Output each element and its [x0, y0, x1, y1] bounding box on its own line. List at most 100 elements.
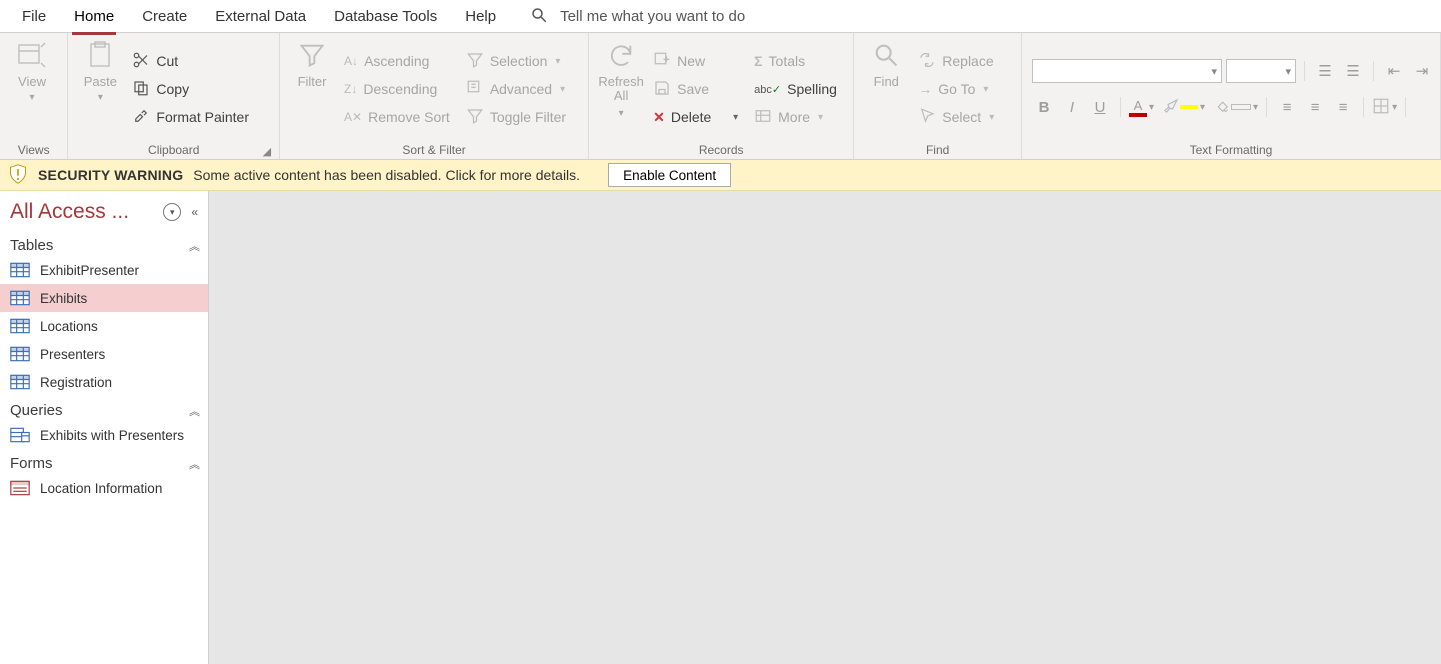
- align-left-button[interactable]: ≡: [1275, 95, 1299, 119]
- format-painter-button[interactable]: Format Painter: [128, 105, 253, 129]
- table-icon: [10, 290, 30, 306]
- copy-button[interactable]: Copy: [128, 77, 253, 101]
- copy-label: Copy: [156, 81, 189, 97]
- highlight-icon: [1162, 97, 1180, 118]
- find-icon: [872, 39, 900, 71]
- select-button[interactable]: Select▾: [914, 105, 998, 129]
- nav-object-location-information[interactable]: Location Information: [0, 474, 208, 502]
- nav-object-exhibits[interactable]: Exhibits: [0, 284, 208, 312]
- nav-object-label: Exhibits with Presenters: [40, 428, 184, 443]
- tell-me-search[interactable]: [530, 6, 822, 27]
- tab-create[interactable]: Create: [128, 4, 201, 29]
- bullets-button[interactable]: ☰: [1313, 59, 1337, 83]
- align-center-button[interactable]: ≡: [1303, 95, 1327, 119]
- paste-button[interactable]: Paste▾: [74, 35, 126, 143]
- nav-category-tables[interactable]: Tables︽: [0, 231, 208, 256]
- tab-database-tools[interactable]: Database Tools: [320, 4, 451, 29]
- view-label: View▾: [18, 75, 46, 104]
- security-warning-message[interactable]: Some active content has been disabled. C…: [193, 167, 580, 183]
- sort-ascending-button[interactable]: A↓Ascending: [340, 49, 454, 73]
- more-button[interactable]: More▾: [750, 105, 841, 129]
- tab-home[interactable]: Home: [60, 4, 128, 29]
- bold-button[interactable]: B: [1032, 95, 1056, 119]
- remove-sort-button[interactable]: A✕Remove Sort: [340, 105, 454, 129]
- selection-button[interactable]: Selection▾: [462, 49, 570, 73]
- save-record-button[interactable]: Save: [649, 77, 742, 101]
- nav-pane-title[interactable]: All Access ...: [10, 200, 157, 224]
- refresh-all-button[interactable]: Refresh All▾: [595, 35, 647, 143]
- gridlines-button[interactable]: ▾: [1372, 97, 1397, 118]
- chevron-down-icon: ▾: [733, 112, 738, 123]
- fill-swatch: [1231, 104, 1251, 110]
- spelling-button[interactable]: abc✓Spelling: [750, 77, 841, 101]
- tab-help[interactable]: Help: [451, 4, 510, 29]
- cut-button[interactable]: Cut: [128, 49, 253, 73]
- delete-record-button[interactable]: ✕Delete ▾: [649, 105, 742, 129]
- nav-object-presenters[interactable]: Presenters: [0, 340, 208, 368]
- navigation-pane: All Access ... ▾ « Tables︽ ExhibitPresen…: [0, 191, 209, 664]
- nav-category-forms[interactable]: Forms︽: [0, 449, 208, 474]
- goto-button[interactable]: →Go To▾: [914, 77, 998, 101]
- nav-filter-menu[interactable]: ▾: [163, 203, 181, 221]
- sort-desc-icon: Z↓: [344, 82, 357, 96]
- group-label-views: Views: [6, 141, 61, 159]
- table-icon: [10, 318, 30, 334]
- cut-label: Cut: [156, 53, 178, 69]
- security-warning-bar: SECURITY WARNING Some active content has…: [0, 160, 1441, 191]
- sort-descending-button[interactable]: Z↓Descending: [340, 77, 454, 101]
- align-right-icon: ≡: [1339, 99, 1348, 116]
- font-name-select[interactable]: ▾: [1032, 59, 1222, 83]
- chevron-down-icon: ▾: [619, 108, 624, 119]
- selection-icon: [466, 51, 484, 72]
- chevron-down-icon: ▾: [1285, 65, 1291, 78]
- enable-content-button[interactable]: Enable Content: [608, 163, 731, 187]
- nav-object-locations[interactable]: Locations: [0, 312, 208, 340]
- cursor-icon: [918, 107, 936, 128]
- nav-object-registration[interactable]: Registration: [0, 368, 208, 396]
- increase-indent-button[interactable]: ⇥: [1410, 59, 1434, 83]
- highlight-button[interactable]: ▾: [1162, 97, 1205, 118]
- replace-button[interactable]: Replace: [914, 49, 998, 73]
- nav-category-queries[interactable]: Queries︽: [0, 396, 208, 421]
- nav-object-exhibitpresenter[interactable]: ExhibitPresenter: [0, 256, 208, 284]
- filter-button[interactable]: Filter: [286, 35, 338, 143]
- font-color-swatch: [1129, 113, 1147, 117]
- chevron-down-icon: ▾: [1253, 102, 1258, 113]
- chevron-down-icon: ▾: [1211, 65, 1217, 78]
- collapse-icon: ︽: [189, 403, 200, 419]
- nav-collapse-button[interactable]: «: [187, 205, 202, 219]
- group-label-clipboard: Clipboard◢: [74, 141, 273, 159]
- font-color-button[interactable]: A▾: [1129, 98, 1154, 117]
- table-icon: [10, 346, 30, 362]
- tab-file[interactable]: File: [8, 4, 60, 29]
- chevron-down-icon: ▾: [98, 92, 103, 103]
- italic-button[interactable]: I: [1060, 95, 1084, 119]
- security-warning-title: SECURITY WARNING: [38, 167, 183, 183]
- fill-color-button[interactable]: ▾: [1213, 97, 1258, 118]
- shield-warning-icon: [8, 163, 28, 188]
- font-size-select[interactable]: ▾: [1226, 59, 1296, 83]
- dialog-launcher-icon[interactable]: ◢: [263, 145, 271, 158]
- toggle-filter-button[interactable]: Toggle Filter: [462, 105, 570, 129]
- nav-object-exhibits-with-presenters[interactable]: Exhibits with Presenters: [0, 421, 208, 449]
- scissors-icon: [132, 51, 150, 72]
- chevron-down-icon: ▾: [29, 92, 34, 103]
- tell-me-input[interactable]: [558, 7, 822, 26]
- nav-object-label: ExhibitPresenter: [40, 263, 139, 278]
- align-right-button[interactable]: ≡: [1331, 95, 1355, 119]
- totals-button[interactable]: ΣTotals: [750, 49, 841, 73]
- tab-external-data[interactable]: External Data: [201, 4, 320, 29]
- underline-button[interactable]: U: [1088, 95, 1112, 119]
- numbering-button[interactable]: ☰: [1341, 59, 1365, 83]
- spelling-icon: abc✓: [754, 83, 781, 96]
- find-button[interactable]: Find: [860, 35, 912, 143]
- new-record-button[interactable]: New: [649, 49, 742, 73]
- decrease-indent-button[interactable]: ⇤: [1382, 59, 1406, 83]
- view-button[interactable]: View▾: [6, 35, 58, 143]
- workspace: [209, 191, 1441, 664]
- new-icon: [653, 51, 671, 72]
- indent-icon: ⇥: [1416, 62, 1429, 80]
- advanced-button[interactable]: Advanced▾: [462, 77, 570, 101]
- chevron-down-icon: ▾: [983, 84, 988, 95]
- advanced-filter-icon: [466, 79, 484, 100]
